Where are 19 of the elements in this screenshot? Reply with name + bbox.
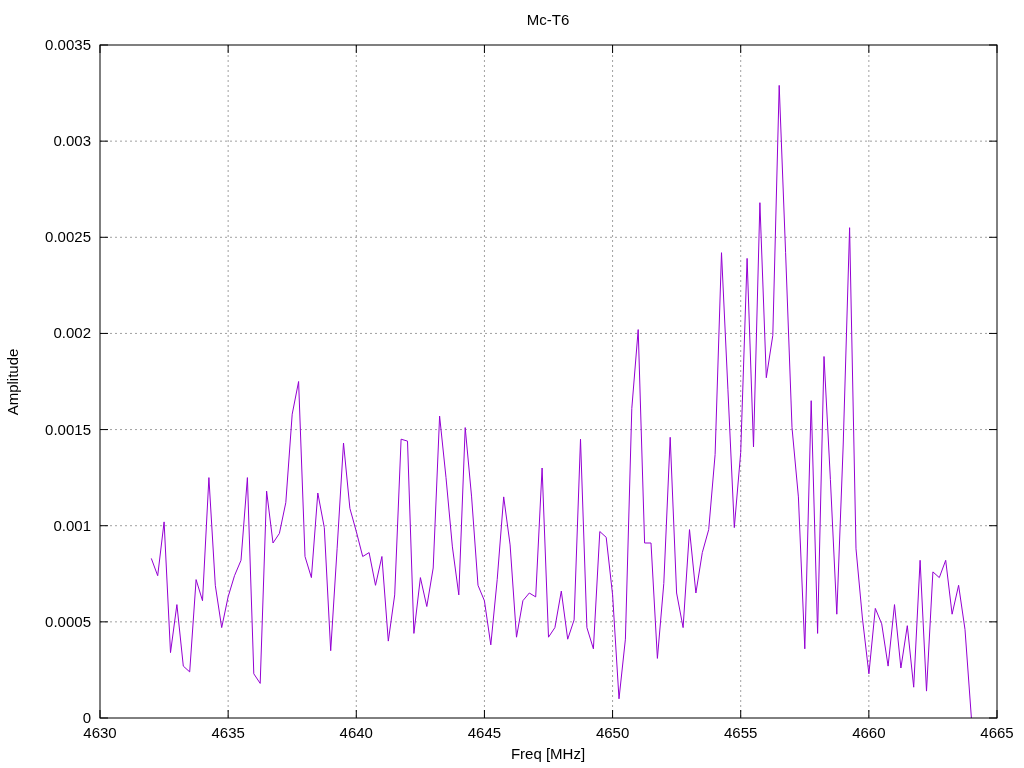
tick-label: 0.0015 <box>45 420 91 438</box>
tick-label: 4630 <box>83 724 117 741</box>
tick-label: 0.0005 <box>45 612 91 630</box>
tick-label: 4640 <box>339 724 373 741</box>
tick-label: 0 <box>82 709 91 726</box>
tick-label: 4645 <box>467 724 502 741</box>
tick-label: 4660 <box>852 724 886 741</box>
chart-title: Mc-T6 <box>526 11 570 28</box>
x-axis-label: Freq [MHz] <box>510 745 586 762</box>
tick-label: 0.003 <box>53 132 91 150</box>
tick-label: 0.002 <box>53 324 91 342</box>
tick-label: 4635 <box>211 724 245 741</box>
tick-label: 4665 <box>980 724 1014 741</box>
y-axis-label: Amplitude <box>4 348 21 416</box>
tick-label: 0.001 <box>53 516 91 534</box>
tick-label: 0.0035 <box>45 36 91 53</box>
tick-label: 4655 <box>724 724 758 741</box>
tick-label: 4650 <box>595 724 630 741</box>
tick-label: 0.0025 <box>45 228 91 246</box>
